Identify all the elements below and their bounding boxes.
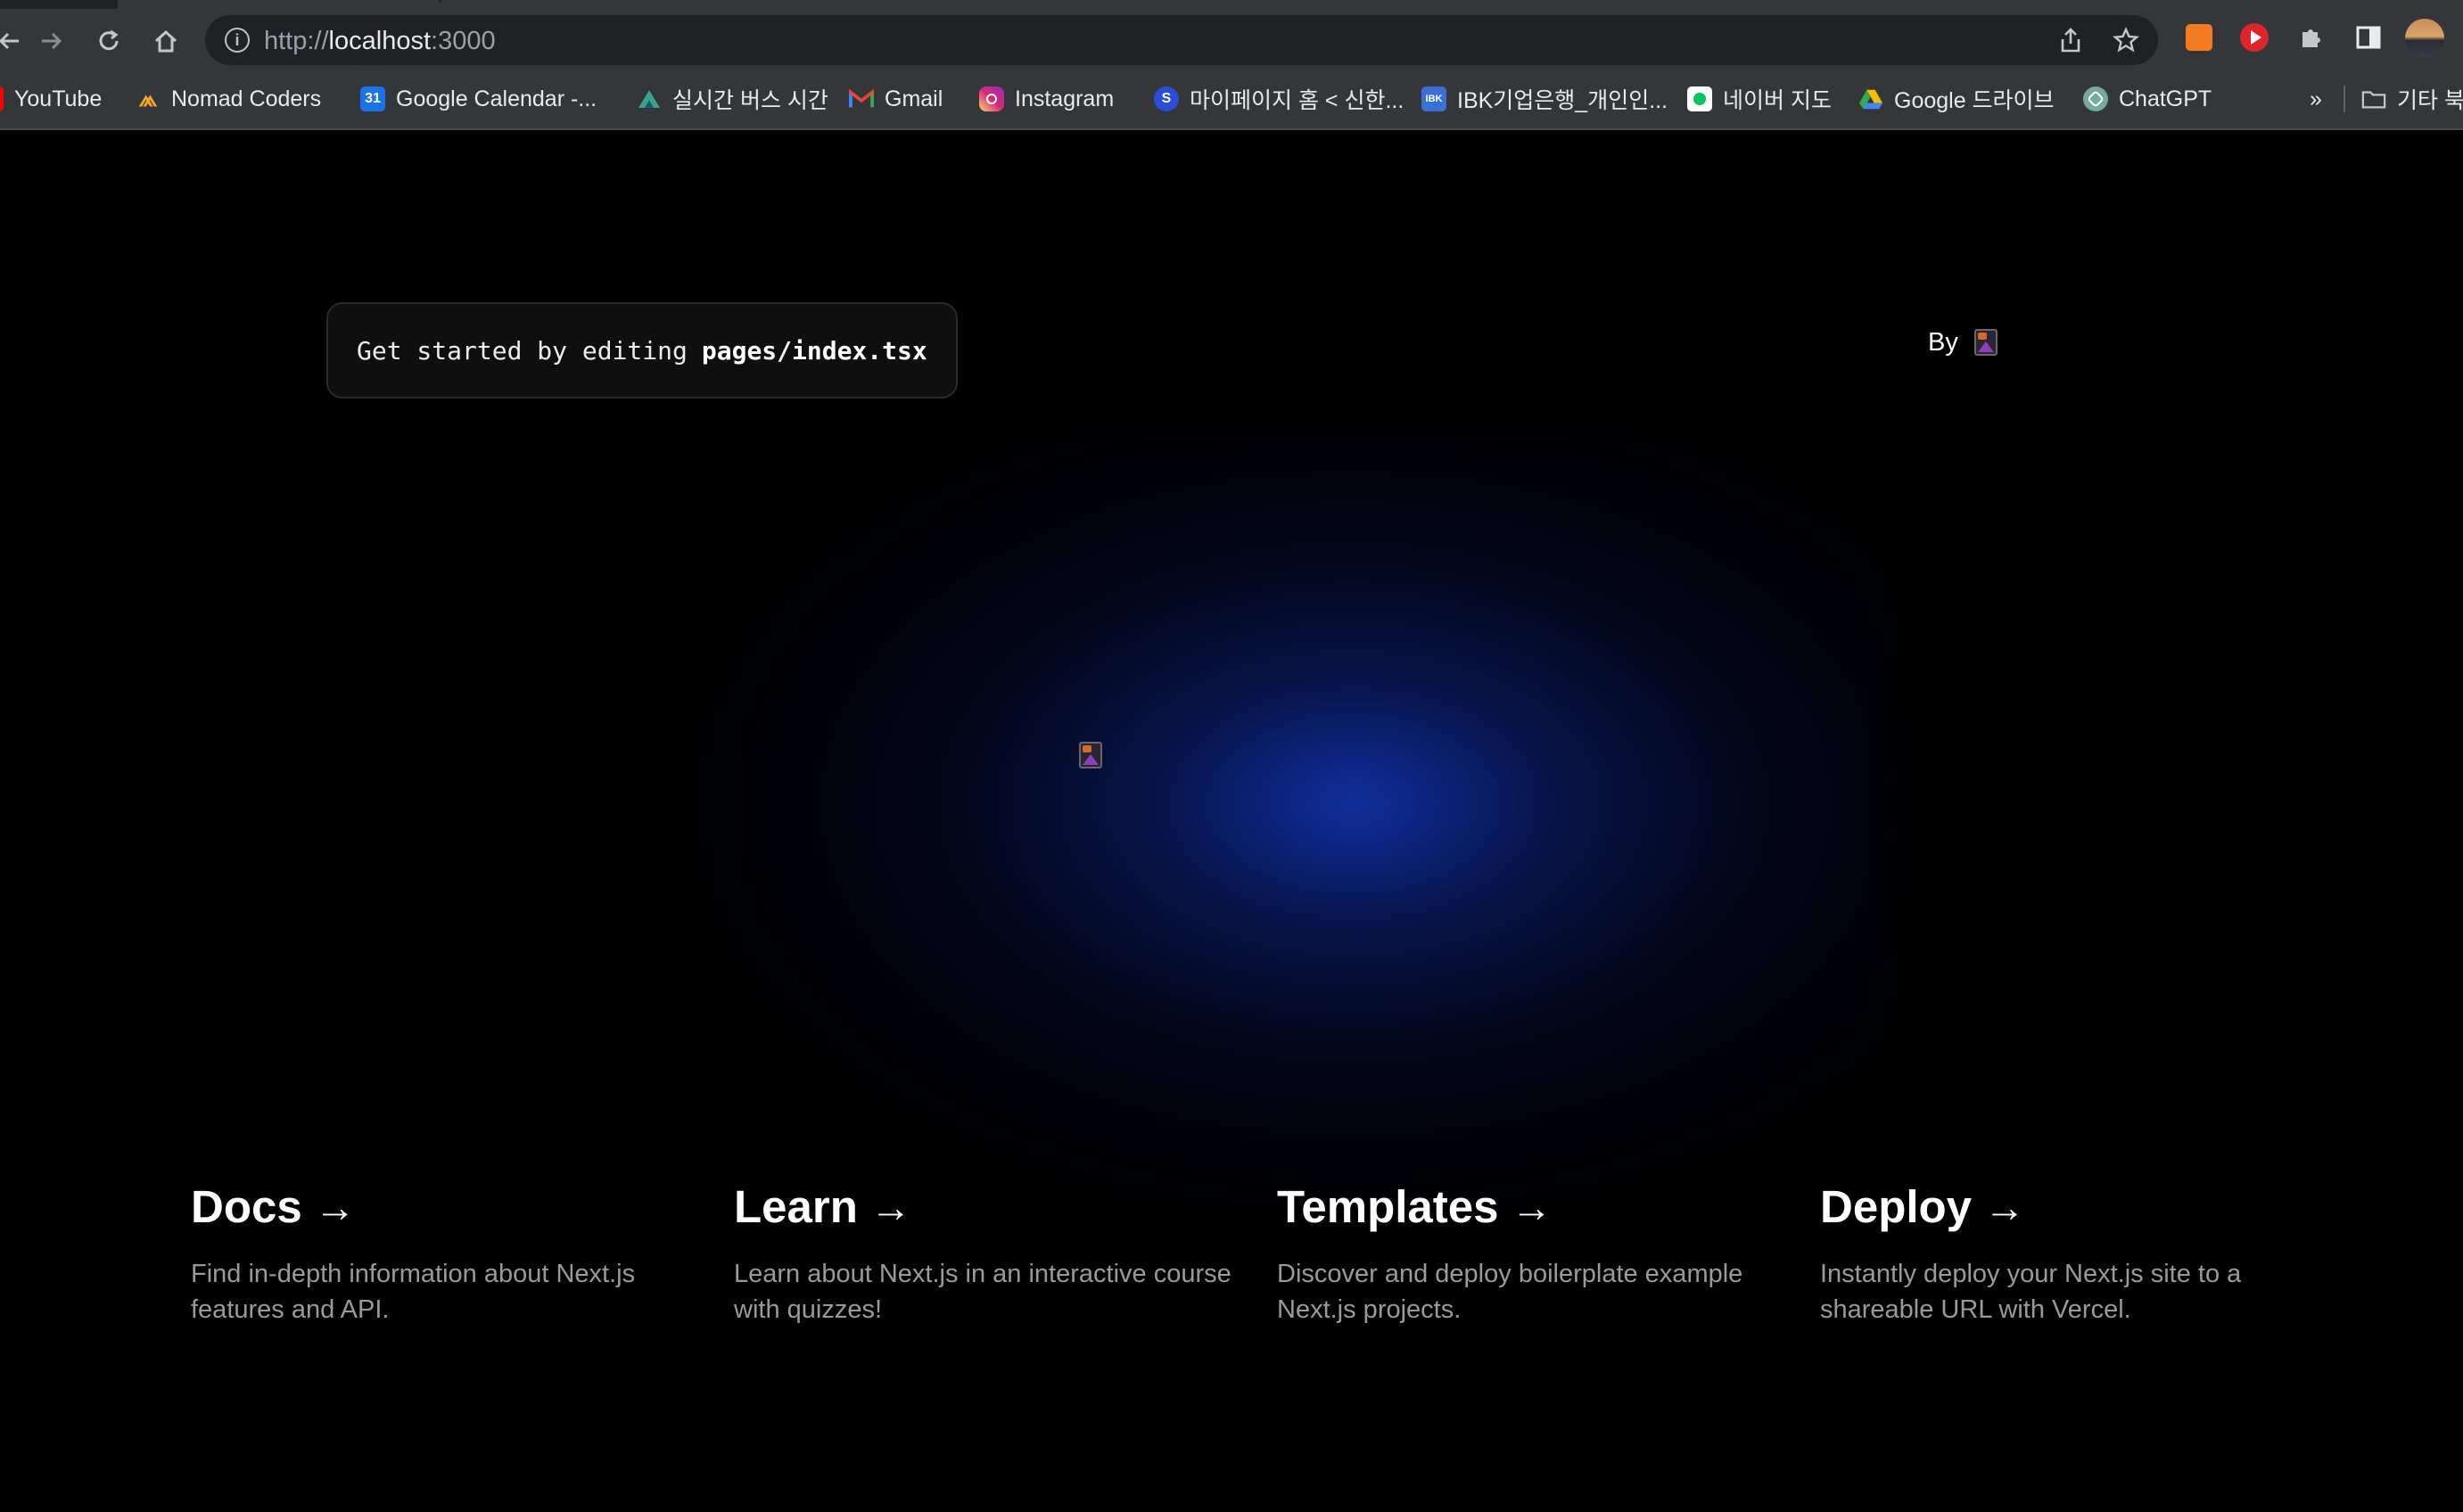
home-icon[interactable] (146, 21, 185, 61)
bookmark-label: Gmail (885, 86, 943, 111)
bookmark-youtube[interactable]: YouTube (0, 82, 102, 116)
bookmark-label: Google Calendar -... (396, 86, 597, 111)
address-bar[interactable]: i http://localhost:3000 (205, 15, 2158, 65)
card-title: Templates → (1277, 1181, 1553, 1232)
by-vercel-link[interactable]: By (1928, 328, 2001, 357)
card-learn[interactable]: Learn → Learn about Next.js in an interac… (734, 1180, 1233, 1327)
gmail-icon (849, 86, 874, 111)
forward-icon[interactable] (32, 21, 71, 61)
code-file-name: pages/index.tsx (701, 335, 927, 366)
ibk-icon: IBK (1421, 86, 1446, 111)
share-icon[interactable] (2055, 24, 2087, 56)
browser-tab-active[interactable] (437, 0, 2463, 9)
instagram-icon (979, 86, 1004, 111)
tab-strip (0, 0, 2463, 9)
chevron-double-right-icon: » (2310, 86, 2322, 111)
bookmark-google-drive[interactable]: Google 드라이브 (1858, 82, 2055, 116)
url-text[interactable]: http://localhost:3000 (264, 27, 496, 56)
bookmark-label: IBK기업은행_개인인... (1457, 88, 1668, 113)
card-templates[interactable]: Templates → Discover and deploy boilerpla… (1277, 1180, 1776, 1327)
browser-chrome: i http://localhost:3000 YouTube ⩕ Nomad … (0, 0, 2463, 130)
bookmark-label: ChatGPT (2119, 86, 2212, 111)
extension-orange-icon[interactable] (2183, 21, 2215, 53)
bookmark-ibk[interactable]: IBK IBK기업은행_개인인... (1421, 82, 1668, 116)
extensions-puzzle-icon[interactable] (2295, 21, 2327, 53)
page-viewport: Get started by editing pages/index.tsx B… (0, 130, 2463, 1512)
nextjs-logo-broken-image (1077, 742, 1106, 775)
bookmark-chatgpt[interactable]: ChatGPT (2083, 82, 2212, 116)
arrow-right-icon: → (1511, 1183, 1553, 1230)
bookmarks-overflow-button[interactable]: » (2310, 82, 2322, 116)
card-description: Instantly deploy your Next.js site to a … (1820, 1260, 2242, 1324)
bookmarks-divider (2344, 86, 2345, 112)
bookmark-label: Nomad Coders (171, 86, 322, 111)
by-label: By (1928, 328, 1958, 357)
card-description: Discover and deploy boilerplate example … (1277, 1260, 1743, 1324)
bookmark-label: 마이페이지 홈 < 신한... (1190, 88, 1404, 113)
nomad-coders-icon: ⩕ (138, 85, 158, 111)
shinhan-icon: S (1154, 86, 1179, 111)
youtube-icon (0, 86, 4, 111)
google-calendar-icon: 31 (360, 86, 385, 111)
card-title: Docs → (191, 1181, 356, 1232)
bus-icon (637, 86, 662, 111)
broken-image-icon (1077, 742, 1106, 770)
arrow-right-icon: → (869, 1183, 911, 1230)
site-info-icon[interactable]: i (225, 28, 250, 53)
profile-avatar[interactable] (2404, 18, 2445, 59)
card-title: Deploy → (1820, 1181, 2026, 1232)
get-started-box: Get started by editing pages/index.tsx (326, 302, 958, 399)
bookmark-instagram[interactable]: Instagram (979, 82, 1114, 116)
browser-toolbar: i http://localhost:3000 (0, 9, 2463, 71)
background-glow (642, 442, 1890, 1245)
card-description: Learn about Next.js in an interactive co… (734, 1260, 1232, 1324)
bookmark-label: Google 드라이브 (1894, 88, 2055, 113)
side-panel-icon[interactable] (2352, 21, 2385, 53)
bookmarks-bar: YouTube ⩕ Nomad Coders 31 Google Calenda… (0, 75, 2463, 123)
browser-tab[interactable] (118, 0, 439, 9)
card-docs[interactable]: Docs → Find in-depth information about Ne… (191, 1180, 690, 1327)
bookmark-label: 기타 북 (2397, 88, 2463, 113)
arrow-right-icon: → (314, 1183, 356, 1230)
get-started-text: Get started by editing (357, 335, 688, 366)
bookmark-label: 실시간 버스 시간 (672, 88, 828, 113)
naver-map-icon (1687, 86, 1712, 111)
card-title: Learn → (734, 1181, 911, 1232)
google-drive-icon (1858, 86, 1883, 111)
bookmark-shinhan[interactable]: S 마이페이지 홈 < 신한... (1154, 82, 1404, 116)
other-bookmarks-folder[interactable]: 기타 북 (2361, 82, 2463, 116)
back-icon[interactable] (0, 21, 29, 61)
bookmark-nomad-coders[interactable]: ⩕ Nomad Coders (136, 82, 321, 116)
chatgpt-icon (2083, 86, 2108, 111)
bookmark-star-icon[interactable] (2110, 24, 2142, 56)
folder-icon (2361, 86, 2386, 111)
bookmark-gmail[interactable]: Gmail (849, 82, 943, 116)
bookmark-bus[interactable]: 실시간 버스 시간 (637, 82, 828, 116)
reload-icon[interactable] (89, 21, 128, 61)
broken-image-icon (1973, 328, 2001, 357)
bookmark-label: Instagram (1015, 86, 1115, 111)
arrow-right-icon: → (1984, 1183, 2026, 1230)
extension-play-icon[interactable] (2238, 21, 2270, 53)
bookmark-google-calendar[interactable]: 31 Google Calendar -... (360, 82, 597, 116)
bookmark-label: YouTube (14, 86, 103, 111)
card-deploy[interactable]: Deploy → Instantly deploy your Next.js si… (1820, 1180, 2319, 1327)
bookmark-label: 네이버 지도 (1723, 88, 1832, 113)
card-description: Find in-depth information about Next.js … (191, 1260, 636, 1324)
bookmark-naver-map[interactable]: 네이버 지도 (1687, 82, 1832, 116)
